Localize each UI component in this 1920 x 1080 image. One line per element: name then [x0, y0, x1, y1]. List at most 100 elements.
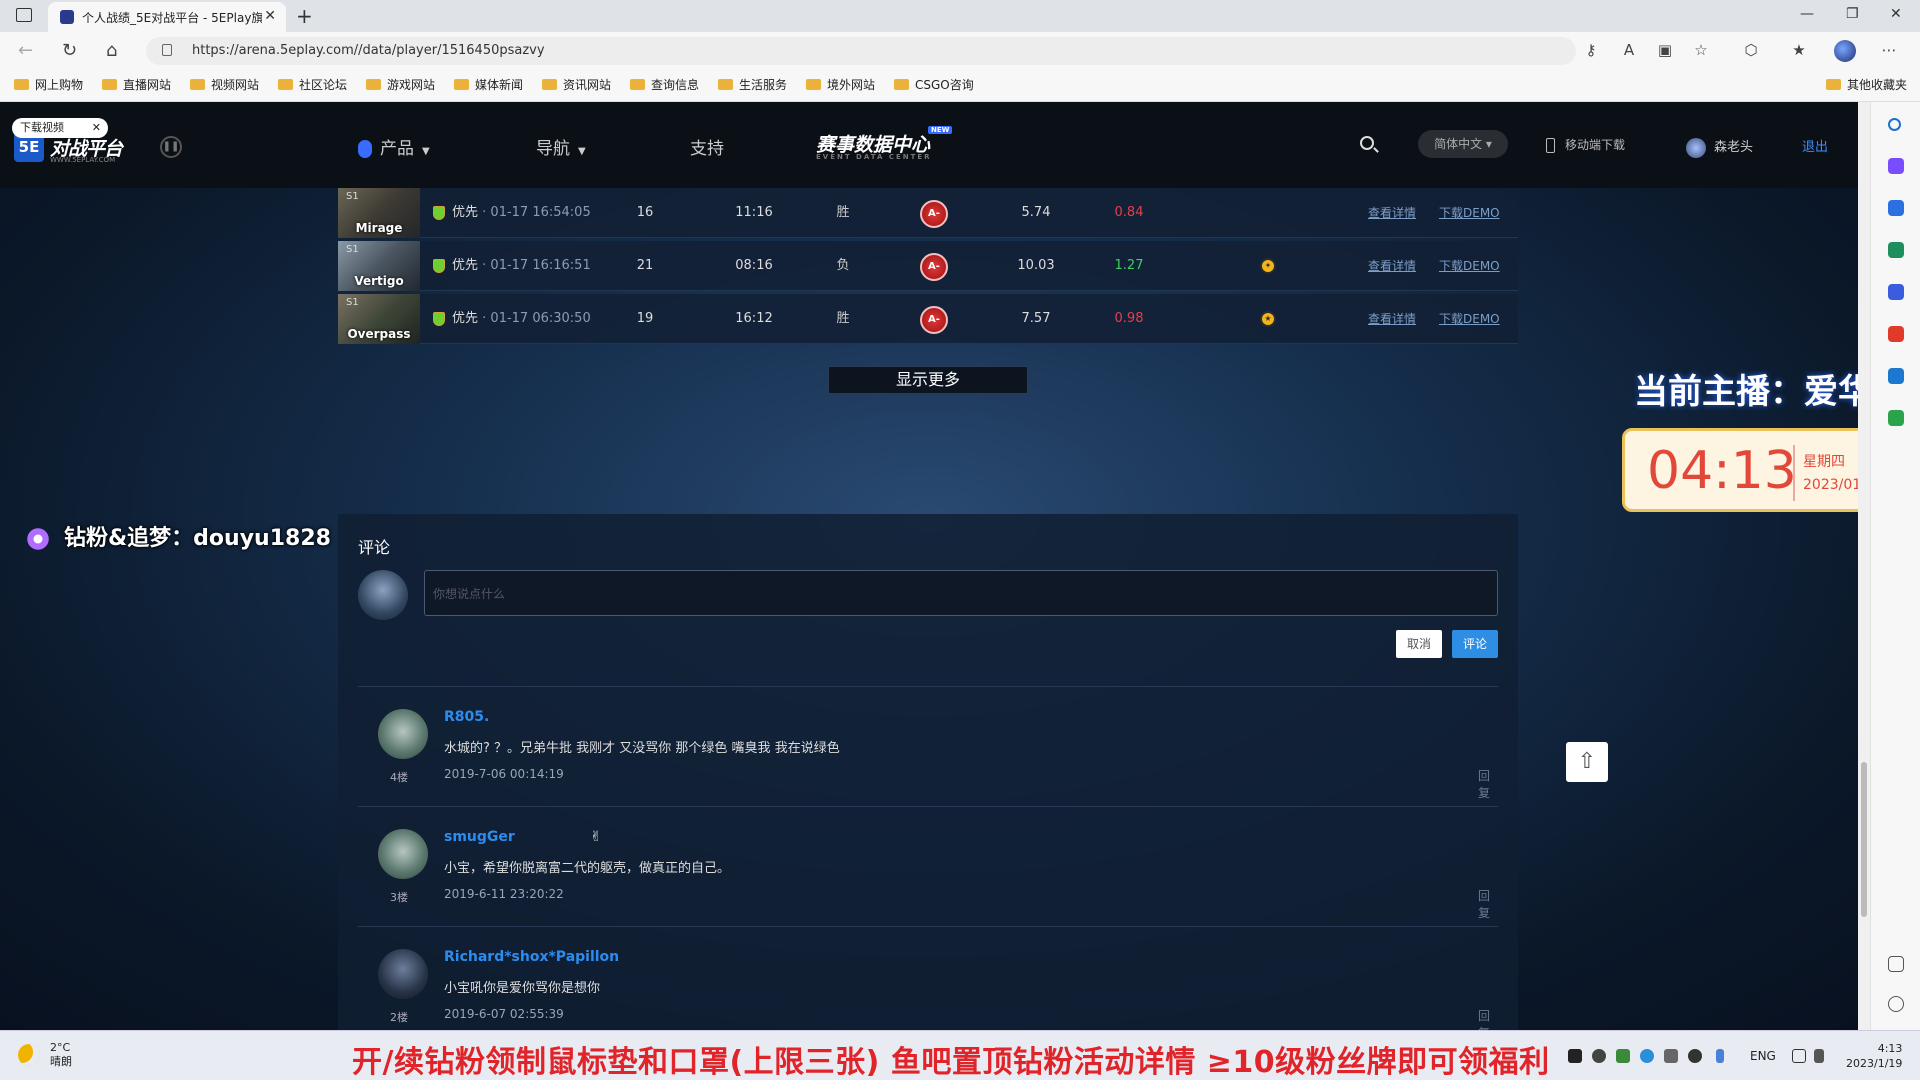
- close-chip-icon[interactable]: ✕: [92, 118, 101, 138]
- favorites-icon[interactable]: ★: [1790, 41, 1808, 59]
- language-select[interactable]: 简体中文 ▾: [1418, 130, 1508, 158]
- favorite-star-icon[interactable]: ☆: [1692, 41, 1710, 59]
- comment-input[interactable]: 你想说点什么: [424, 570, 1498, 616]
- bookmarks-bar: 网上购物 直播网站 视频网站 社区论坛 游戏网站 媒体新闻 资讯网站 查询信息 …: [0, 70, 1920, 102]
- reply-link[interactable]: 回复: [1478, 767, 1498, 801]
- windows-taskbar: 2°C 晴朗 开/续钻粉领制鼠标垫和口罩(上限三张) 鱼吧置顶钻粉活动详情 ≥10…: [0, 1030, 1920, 1080]
- match-result: 胜: [836, 311, 850, 326]
- new-tab-icon[interactable]: +: [296, 4, 313, 28]
- profile-avatar-icon[interactable]: [1834, 40, 1856, 62]
- restore-icon[interactable]: ❐: [1846, 6, 1859, 22]
- avatar[interactable]: [378, 709, 428, 759]
- submit-comment-button[interactable]: 评论: [1452, 630, 1498, 658]
- clock-date: 2023/01/19: [1803, 477, 1858, 493]
- tree-icon[interactable]: [1888, 410, 1904, 426]
- comment-author[interactable]: Richard*shox*Papillon: [444, 949, 619, 965]
- avatar[interactable]: [378, 829, 428, 879]
- comments-section: 评论 你想说点什么 取消 评论 4楼 R805. 水城的? ？。兄弟牛批 我刚才…: [338, 514, 1518, 1030]
- priority-shield-icon: [433, 206, 447, 220]
- tab-actions-icon[interactable]: [16, 8, 32, 22]
- bookmark-folder[interactable]: 查询信息: [630, 76, 699, 93]
- bookmark-folder[interactable]: 视频网站: [190, 76, 259, 93]
- bookmark-folder[interactable]: 社区论坛: [278, 76, 347, 93]
- comment-author[interactable]: R805.: [444, 709, 489, 725]
- tray-record-icon[interactable]: [1688, 1049, 1702, 1063]
- back-icon[interactable]: ←: [18, 40, 33, 61]
- sidebar-search-icon[interactable]: [1888, 118, 1901, 131]
- data-center-link[interactable]: 赛事数据中心 NEW EVENT DATA CENTER: [816, 126, 953, 161]
- settings-gear-icon[interactable]: [1888, 996, 1904, 1012]
- url-field[interactable]: https://arena.5eplay.com//data/player/15…: [146, 37, 1576, 65]
- folder-icon: [806, 79, 821, 90]
- search-icon[interactable]: [1360, 136, 1374, 150]
- input-language[interactable]: ENG: [1750, 1049, 1776, 1063]
- reply-link[interactable]: 回复: [1478, 1007, 1498, 1030]
- key-icon[interactable]: ⚷: [1582, 41, 1600, 59]
- comment-time: 2019-6-11 23:20:22: [444, 887, 564, 901]
- tray-security-icon[interactable]: [1640, 1049, 1654, 1063]
- download-demo-link[interactable]: 下载DEMO: [1439, 294, 1500, 344]
- scrollbar-thumb[interactable]: [1861, 762, 1867, 917]
- weather-widget[interactable]: 2°C 晴朗: [18, 1041, 72, 1069]
- microphone-icon[interactable]: [1716, 1049, 1724, 1063]
- download-video-chip[interactable]: 下载视频 ✕: [12, 118, 108, 138]
- map-thumbnail: S1 Overpass: [338, 294, 420, 344]
- bookmark-folder[interactable]: 游戏网站: [366, 76, 435, 93]
- back-to-top-button[interactable]: ⇧: [1566, 742, 1608, 782]
- bookmark-folder[interactable]: 网上购物: [14, 76, 83, 93]
- view-detail-link[interactable]: 查看详情: [1368, 294, 1416, 344]
- comment-time: 2019-6-07 02:55:39: [444, 1007, 564, 1021]
- tray-nvidia-icon[interactable]: [1616, 1049, 1630, 1063]
- reply-link[interactable]: 回复: [1478, 887, 1498, 921]
- copilot-icon[interactable]: [1888, 158, 1904, 174]
- tray-app-icon[interactable]: [1568, 1049, 1582, 1063]
- bookmark-folder[interactable]: 资讯网站: [542, 76, 611, 93]
- tray-chrome-icon[interactable]: [1592, 1049, 1606, 1063]
- download-demo-link[interactable]: 下载DEMO: [1439, 188, 1500, 238]
- nav-navigation[interactable]: 导航 ▼: [536, 134, 586, 159]
- bookmark-folder[interactable]: 直播网站: [102, 76, 171, 93]
- home-icon[interactable]: ⌂: [106, 40, 117, 61]
- logout-link[interactable]: 退出: [1802, 136, 1828, 155]
- comment-author[interactable]: smugGer: [444, 829, 515, 845]
- mobile-download-link[interactable]: 移动端下载: [1546, 136, 1625, 153]
- volume-icon[interactable]: [1814, 1049, 1824, 1063]
- more-icon[interactable]: ⋯: [1880, 41, 1898, 59]
- games-icon[interactable]: [1888, 284, 1904, 300]
- shopping-icon[interactable]: [1888, 200, 1904, 216]
- page-scrollbar[interactable]: [1858, 102, 1870, 1030]
- network-icon[interactable]: [1792, 1049, 1806, 1063]
- bookmark-folder[interactable]: CSGO咨询: [894, 76, 974, 93]
- taskbar-clock[interactable]: 4:13 2023/1/19: [1846, 1041, 1902, 1071]
- avatar[interactable]: [378, 949, 428, 999]
- close-window-icon[interactable]: ✕: [1890, 6, 1902, 22]
- other-bookmarks[interactable]: 其他收藏夹: [1826, 76, 1907, 93]
- pause-icon[interactable]: ❚❚: [160, 136, 182, 158]
- bookmark-folder[interactable]: 媒体新闻: [454, 76, 523, 93]
- nav-products[interactable]: 产品 ▼: [358, 134, 430, 159]
- show-more-button[interactable]: 显示更多: [828, 366, 1028, 394]
- nav-support[interactable]: 支持: [690, 134, 724, 159]
- cancel-button[interactable]: 取消: [1396, 630, 1442, 658]
- refresh-icon[interactable]: ↻: [62, 40, 77, 61]
- bookmark-folder[interactable]: 生活服务: [718, 76, 787, 93]
- split-screen-icon[interactable]: [1888, 956, 1904, 972]
- office-icon[interactable]: [1888, 326, 1904, 342]
- bookmark-folder[interactable]: 境外网站: [806, 76, 875, 93]
- tab-close-icon[interactable]: ✕: [264, 8, 276, 24]
- tools-icon[interactable]: [1888, 242, 1904, 258]
- minimize-icon[interactable]: —: [1800, 6, 1814, 22]
- download-demo-link[interactable]: 下载DEMO: [1439, 241, 1500, 291]
- user-menu[interactable]: 森老头: [1686, 136, 1753, 158]
- view-detail-link[interactable]: 查看详情: [1368, 188, 1416, 238]
- web-page: 5E 对战平台 WWW.5EPLAY.COM 下载视频 ✕ ❚❚ 产品 ▼ 导航 ▼…: [0, 102, 1858, 1030]
- read-aloud-icon[interactable]: A: [1620, 41, 1638, 59]
- view-detail-link[interactable]: 查看详情: [1368, 241, 1416, 291]
- immersive-reader-icon[interactable]: ▣: [1656, 41, 1674, 59]
- browser-tab[interactable]: 个人战绩_5E对战平台 - 5EPlay旗下 ✕: [48, 2, 286, 32]
- comment-floor: 3楼: [390, 891, 408, 904]
- outlook-icon[interactable]: [1888, 368, 1904, 384]
- extensions-icon[interactable]: ⬡: [1742, 41, 1760, 59]
- tray-usb-icon[interactable]: [1664, 1049, 1678, 1063]
- kills: 16: [636, 205, 654, 220]
